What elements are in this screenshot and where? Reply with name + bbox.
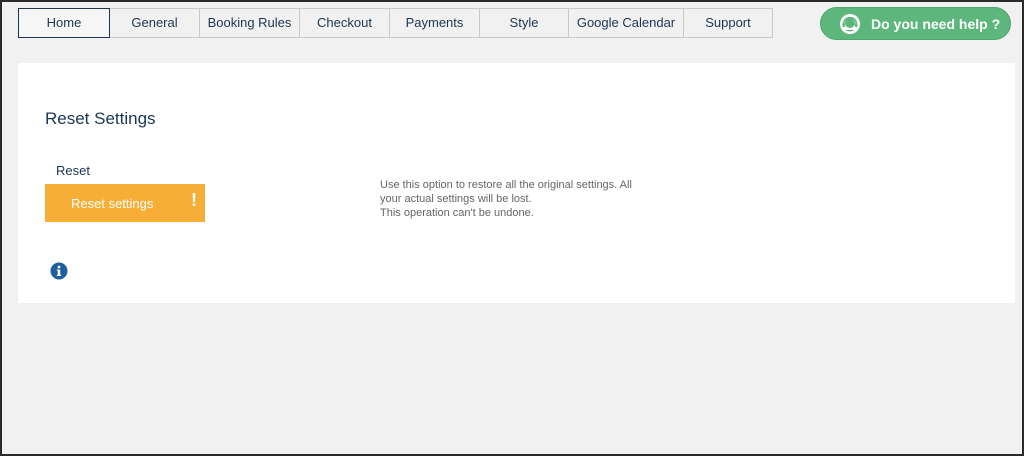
- tab-booking-rules[interactable]: Booking Rules: [200, 8, 300, 38]
- description-line: your actual settings will be lost.: [380, 193, 532, 205]
- page-title: Reset Settings: [45, 109, 156, 128]
- tab-payments[interactable]: Payments: [390, 8, 480, 38]
- tab-google-calendar[interactable]: Google Calendar: [569, 8, 684, 38]
- description-line: This operation can't be undone.: [380, 207, 534, 219]
- need-help-label: Do you need help ?: [871, 15, 1001, 32]
- nav-tabs: Home General Booking Rules Checkout Paym…: [18, 8, 773, 38]
- tab-general[interactable]: General: [110, 8, 200, 38]
- settings-panel: Reset Settings Reset Reset settings ! Us…: [18, 63, 1015, 303]
- tab-home[interactable]: Home: [18, 8, 110, 38]
- reset-settings-button[interactable]: Reset settings !: [45, 184, 205, 222]
- tab-checkout[interactable]: Checkout: [300, 8, 390, 38]
- exclamation-icon: !: [191, 190, 197, 210]
- reset-settings-label: Reset settings: [71, 195, 154, 211]
- reset-description: Use this option to restore all the origi…: [380, 178, 670, 220]
- need-help-button[interactable]: Do you need help ?: [820, 7, 1011, 40]
- reset-field-label: Reset: [56, 163, 90, 178]
- description-line: Use this option to restore all the origi…: [380, 179, 632, 191]
- headset-support-icon: [839, 13, 861, 35]
- tab-style[interactable]: Style: [480, 8, 569, 38]
- tab-support[interactable]: Support: [684, 8, 773, 38]
- info-icon[interactable]: [50, 262, 68, 280]
